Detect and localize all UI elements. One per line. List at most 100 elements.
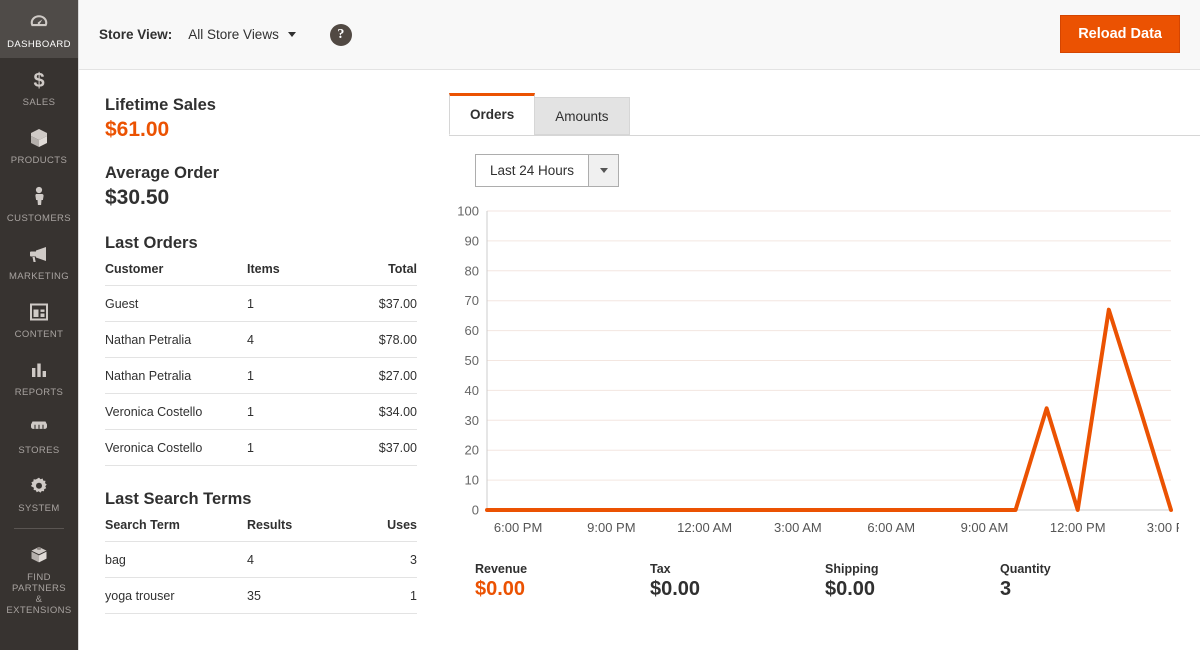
last-orders-title: Last Orders xyxy=(105,234,198,252)
table-row[interactable]: Guest 1 $37.00 xyxy=(105,285,417,322)
person-icon xyxy=(26,183,52,209)
dashboard-left-column: Lifetime Sales $61.00 Average Order $30.… xyxy=(79,70,441,650)
svg-text:6:00 PM: 6:00 PM xyxy=(494,520,542,535)
svg-text:50: 50 xyxy=(465,353,479,368)
cell-search-term: yoga trouser xyxy=(105,577,247,614)
cell-customer: Nathan Petralia xyxy=(105,357,247,394)
cell-items: 1 xyxy=(247,357,339,394)
question-mark-icon[interactable]: ? xyxy=(329,23,352,46)
metric-value: $0.00 xyxy=(650,578,701,600)
sidebar-item-label: SYSTEM xyxy=(18,503,60,514)
cell-total: $37.00 xyxy=(339,429,417,466)
sidebar-item-system[interactable]: SYSTEM xyxy=(0,464,78,522)
orders-chart: 0 10 20 30 40 50 60 70 80 90 100 6:00 PM 9:00 PM 12:0… xyxy=(449,197,1179,552)
cell-total: $78.00 xyxy=(339,321,417,358)
sidebar-item-label-line1: FIND PARTNERS xyxy=(11,572,67,594)
box-icon xyxy=(26,125,52,151)
cell-customer: Veronica Costello xyxy=(105,393,247,430)
svg-text:9:00 AM: 9:00 AM xyxy=(961,520,1009,535)
store-view-label: Store View: xyxy=(99,27,173,42)
megaphone-icon xyxy=(26,241,52,267)
svg-text:100: 100 xyxy=(457,204,479,219)
orders-chart-svg: 0 10 20 30 40 50 60 70 80 90 100 6:00 PM 9:00 PM 12:0… xyxy=(457,204,1179,536)
metric-revenue: Revenue $0.00 xyxy=(475,562,650,601)
metric-value: 3 xyxy=(1000,578,1012,600)
svg-text:30: 30 xyxy=(465,413,479,428)
cell-total: $37.00 xyxy=(339,285,417,322)
cell-total: $34.00 xyxy=(339,393,417,430)
reload-data-button[interactable]: Reload Data xyxy=(1060,15,1180,53)
tab-amounts[interactable]: Amounts xyxy=(534,97,630,135)
sidebar-item-label: SALES xyxy=(22,97,56,108)
store-view-dropdown[interactable]: All Store Views xyxy=(188,27,296,42)
store-view-value: All Store Views xyxy=(188,27,279,42)
dashboard-page: DASHBOARD $ SALES PRODUCTS CUSTOMERS MAR… xyxy=(0,0,1200,650)
svg-text:3:00 PM: 3:00 PM xyxy=(1147,520,1179,535)
chevron-down-icon xyxy=(287,32,296,37)
table-row[interactable]: Veronica Costello 1 $37.00 xyxy=(105,429,417,466)
last-orders-table: Customer Items Total Guest 1 $37.00 Nath… xyxy=(105,262,417,466)
main-area: Store View: All Store Views ? Reload Dat… xyxy=(79,0,1200,650)
storefront-icon xyxy=(26,415,52,441)
cell-uses: 1 xyxy=(339,577,417,614)
sidebar-item-reports[interactable]: REPORTS xyxy=(0,348,78,406)
svg-text:12:00 AM: 12:00 AM xyxy=(677,520,732,535)
sidebar-item-dashboard[interactable]: DASHBOARD xyxy=(0,0,78,58)
cell-items: 1 xyxy=(247,393,339,430)
lifetime-sales-title: Lifetime Sales xyxy=(105,96,216,114)
table-header-row: Search Term Results Uses xyxy=(105,518,417,542)
metric-label: Revenue xyxy=(475,562,528,576)
topbar: Store View: All Store Views ? Reload Dat… xyxy=(79,0,1200,70)
sidebar-item-content[interactable]: CONTENT xyxy=(0,290,78,348)
chevron-down-icon[interactable] xyxy=(588,155,619,186)
metric-label: Tax xyxy=(650,562,671,576)
table-row[interactable]: yoga trouser 35 1 xyxy=(105,577,417,614)
dollar-sign-icon: $ xyxy=(26,67,52,93)
metric-label: Quantity xyxy=(1000,562,1051,576)
svg-text:3:00 AM: 3:00 AM xyxy=(774,520,822,535)
cell-items: 1 xyxy=(247,429,339,466)
svg-text:70: 70 xyxy=(465,293,479,308)
metric-tax: Tax $0.00 xyxy=(650,562,825,601)
column-header-uses: Uses xyxy=(339,518,417,542)
svg-text:60: 60 xyxy=(465,323,479,338)
sidebar-item-label: PRODUCTS xyxy=(10,155,68,166)
cell-search-term: bag xyxy=(105,541,247,578)
svg-text:6:00 AM: 6:00 AM xyxy=(867,520,915,535)
metric-quantity: Quantity 3 xyxy=(1000,562,1175,601)
sidebar: DASHBOARD $ SALES PRODUCTS CUSTOMERS MAR… xyxy=(0,0,79,650)
last-search-terms-title: Last Search Terms xyxy=(105,490,252,508)
metric-value: $0.00 xyxy=(475,578,526,600)
sidebar-item-products[interactable]: PRODUCTS xyxy=(0,116,78,174)
cell-customer: Guest xyxy=(105,285,247,322)
svg-text:80: 80 xyxy=(465,263,479,278)
table-row[interactable]: Veronica Costello 1 $34.00 xyxy=(105,393,417,430)
column-header-total: Total xyxy=(339,262,417,286)
svg-text:$: $ xyxy=(33,70,44,92)
sidebar-item-sales[interactable]: $ SALES xyxy=(0,58,78,116)
table-row[interactable]: Nathan Petralia 4 $78.00 xyxy=(105,321,417,358)
sidebar-item-marketing[interactable]: MARKETING xyxy=(0,232,78,290)
metric-value: $0.00 xyxy=(825,578,876,600)
table-row[interactable]: bag 4 3 xyxy=(105,541,417,578)
svg-text:0: 0 xyxy=(472,503,479,518)
sidebar-item-find-partners-extensions[interactable]: FIND PARTNERS & EXTENSIONS xyxy=(0,533,78,624)
sidebar-item-stores[interactable]: STORES xyxy=(0,406,78,464)
svg-text:12:00 PM: 12:00 PM xyxy=(1050,520,1106,535)
cell-items: 4 xyxy=(247,321,339,358)
tab-orders[interactable]: Orders xyxy=(449,93,536,135)
bar-chart-icon xyxy=(26,357,52,383)
layout-window-icon xyxy=(26,299,52,325)
cell-items: 1 xyxy=(247,285,339,322)
sidebar-divider xyxy=(14,528,64,529)
date-range-select[interactable]: Last 24 Hours xyxy=(475,154,620,187)
dashboard-right-column: Orders Amounts Last 24 Hours 0 10 20 30 40 50… xyxy=(441,70,1200,650)
sidebar-item-label-line2: & EXTENSIONS xyxy=(6,594,72,616)
average-order-value: $30.50 xyxy=(105,186,170,209)
cell-results: 4 xyxy=(247,541,339,578)
cell-results: 35 xyxy=(247,577,339,614)
sidebar-item-customers[interactable]: CUSTOMERS xyxy=(0,174,78,232)
table-row[interactable]: Nathan Petralia 1 $27.00 xyxy=(105,357,417,394)
puzzle-box-icon xyxy=(26,542,52,568)
column-header-results: Results xyxy=(247,518,339,542)
